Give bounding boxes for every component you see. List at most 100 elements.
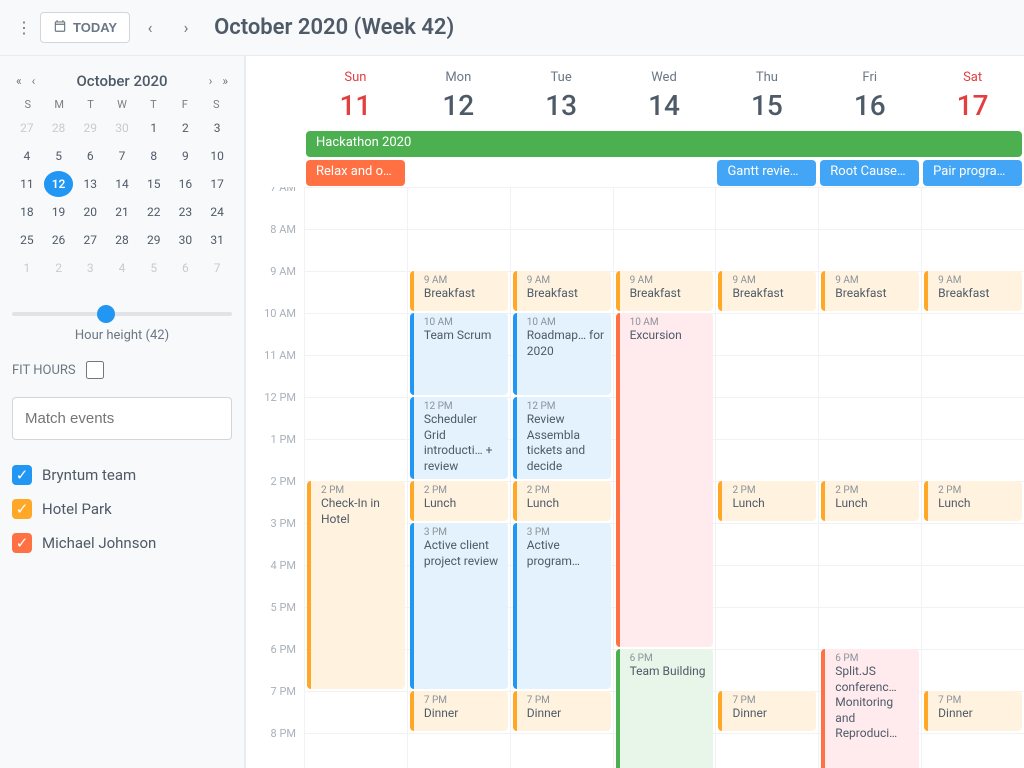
mini-date-cell[interactable]: 30	[107, 115, 137, 141]
mini-date-cell[interactable]: 21	[107, 199, 137, 225]
mini-next-month[interactable]: ›	[205, 72, 217, 90]
mini-date-cell[interactable]: 29	[139, 227, 169, 253]
mini-date-cell[interactable]: 2	[44, 255, 74, 281]
calendar-event[interactable]: 7 PMDinner	[410, 691, 508, 731]
mini-date-cell[interactable]: 9	[171, 143, 201, 169]
calendar-event[interactable]: 10 AMExcursion	[616, 313, 714, 647]
mini-date-cell[interactable]: 18	[12, 199, 42, 225]
mini-prev-year[interactable]: «	[12, 72, 26, 90]
day-column[interactable]: 9 AMBreakfast 2 PMLunch 6 PMSplit.JS confe…	[818, 187, 921, 768]
match-events-input[interactable]	[12, 397, 232, 440]
calendar-event[interactable]: 9 AMBreakfast	[616, 271, 714, 311]
calendar-event[interactable]: 2 PMLunch	[718, 481, 816, 521]
mini-date-cell[interactable]: 15	[139, 171, 169, 197]
mini-prev-month[interactable]: ‹	[28, 72, 40, 90]
mini-date-cell[interactable]: 31	[202, 227, 232, 253]
page-title: October 2020 (Week 42)	[214, 15, 454, 40]
next-week[interactable]: ›	[170, 12, 202, 44]
mini-date-cell[interactable]: 6	[75, 143, 105, 169]
mini-date-cell[interactable]: 30	[171, 227, 201, 253]
mini-date-cell[interactable]: 4	[12, 143, 42, 169]
calendar-event[interactable]: 9 AMBreakfast	[924, 271, 1022, 311]
prev-week[interactable]: ‹	[134, 12, 166, 44]
calendar-event[interactable]: 7 PMDinner	[718, 691, 816, 731]
calendar-event[interactable]: 6 PMTeam Building	[616, 649, 714, 768]
calendar-event[interactable]: 12 PMScheduler Grid introducti… + review	[410, 397, 508, 479]
calendar-event[interactable]: 7 PMDinner	[924, 691, 1022, 731]
fit-hours-checkbox[interactable]	[86, 361, 104, 379]
calendar-event[interactable]: 3 PMActive program…	[513, 523, 611, 689]
week-grid-scroll[interactable]: 7 AM8 AM9 AM10 AM11 AM12 PM1 PM2 PM3 PM4…	[246, 187, 1024, 768]
day-column[interactable]: 9 AMBreakfast 2 PMLunch 7 PMDinner	[921, 187, 1024, 768]
calendar-event[interactable]: 6 PMSplit.JS conferenc… Monitoring and R…	[821, 649, 919, 768]
mini-date-cell[interactable]: 28	[107, 227, 137, 253]
calendar-event[interactable]: 9 AMBreakfast	[821, 271, 919, 311]
allday-event[interactable]: Gantt revie…	[717, 160, 816, 186]
mini-date-cell[interactable]: 25	[12, 227, 42, 253]
mini-date-cell[interactable]: 20	[75, 199, 105, 225]
mini-date-cell[interactable]: 23	[171, 199, 201, 225]
calendar-event[interactable]: 9 AMBreakfast	[513, 271, 611, 311]
calendar-event[interactable]: 10 AMTeam Scrum	[410, 313, 508, 395]
mini-date-cell[interactable]: 13	[75, 171, 105, 197]
mini-date-cell[interactable]: 24	[202, 199, 232, 225]
mini-date-cell[interactable]: 3	[75, 255, 105, 281]
mini-date-cell[interactable]: 5	[139, 255, 169, 281]
resource-checkbox[interactable]: ✓	[12, 465, 32, 485]
mini-date-cell[interactable]: 17	[202, 171, 232, 197]
calendar-event[interactable]: 9 AMBreakfast	[410, 271, 508, 311]
mini-date-cell[interactable]: 6	[171, 255, 201, 281]
mini-date-cell[interactable]: 3	[202, 115, 232, 141]
mini-date-cell[interactable]: 1	[139, 115, 169, 141]
calendar-event[interactable]: 12 PMReview Assembla tickets and decide	[513, 397, 611, 479]
day-header: Sun11	[304, 56, 407, 130]
mini-date-cell[interactable]: 14	[107, 171, 137, 197]
hour-height-slider[interactable]	[12, 312, 232, 316]
allday-event[interactable]: Pair progra…	[923, 160, 1022, 186]
mini-date-cell[interactable]: 8	[139, 143, 169, 169]
calendar-event[interactable]: 2 PMLunch	[513, 481, 611, 521]
mini-date-cell[interactable]: 27	[12, 115, 42, 141]
mini-calendar-grid[interactable]: 2728293012345678910111213141516171819202…	[12, 115, 232, 281]
allday-event[interactable]: Hackathon 2020	[306, 131, 1022, 157]
mini-date-cell[interactable]: 26	[44, 227, 74, 253]
resource-checkbox[interactable]: ✓	[12, 533, 32, 553]
more-menu[interactable]: ⋮	[12, 12, 36, 44]
day-column[interactable]: 9 AMBreakfast10 AMTeam Scrum12 PMSchedul…	[407, 187, 510, 768]
day-column[interactable]: 2 PMCheck-In in Hotel	[304, 187, 407, 768]
mini-date-cell[interactable]: 28	[44, 115, 74, 141]
mini-date-cell[interactable]: 5	[44, 143, 74, 169]
day-column[interactable]: 9 AMBreakfast10 AMExcursion6 PMTeam Buil…	[613, 187, 716, 768]
day-column[interactable]: 9 AMBreakfast 2 PMLunch 7 PMDinner	[715, 187, 818, 768]
mini-date-cell[interactable]: 19	[44, 199, 74, 225]
today-button[interactable]: TODAY	[40, 12, 130, 43]
resource-item[interactable]: ✓Bryntum team	[12, 458, 232, 492]
mini-next-year[interactable]: »	[218, 72, 232, 90]
mini-date-cell[interactable]: 1	[12, 255, 42, 281]
mini-date-cell[interactable]: 4	[107, 255, 137, 281]
calendar-event[interactable]: 2 PMLunch	[821, 481, 919, 521]
mini-date-cell[interactable]: 7	[202, 255, 232, 281]
allday-event[interactable]: Relax and o…	[306, 160, 405, 186]
mini-date-cell[interactable]: 22	[139, 199, 169, 225]
mini-date-cell[interactable]: 12	[44, 171, 74, 197]
allday-event[interactable]: Root Cause…	[820, 160, 919, 186]
calendar-event[interactable]: 10 AMRoadmap… for 2020	[513, 313, 611, 395]
mini-date-cell[interactable]: 10	[202, 143, 232, 169]
mini-date-cell[interactable]: 2	[171, 115, 201, 141]
calendar-event[interactable]: 9 AMBreakfast	[718, 271, 816, 311]
resource-item[interactable]: ✓Michael Johnson	[12, 526, 232, 560]
calendar-event[interactable]: 3 PMActive client project review	[410, 523, 508, 689]
calendar-event[interactable]: 2 PMLunch	[410, 481, 508, 521]
calendar-event[interactable]: 7 PMDinner	[513, 691, 611, 731]
calendar-event[interactable]: 2 PMCheck-In in Hotel	[307, 481, 405, 689]
mini-date-cell[interactable]: 16	[171, 171, 201, 197]
day-column[interactable]: 9 AMBreakfast10 AMRoadmap… for 202012 PM…	[510, 187, 613, 768]
mini-date-cell[interactable]: 29	[75, 115, 105, 141]
mini-date-cell[interactable]: 7	[107, 143, 137, 169]
mini-date-cell[interactable]: 11	[12, 171, 42, 197]
calendar-event[interactable]: 2 PMLunch	[924, 481, 1022, 521]
resource-item[interactable]: ✓Hotel Park	[12, 492, 232, 526]
resource-checkbox[interactable]: ✓	[12, 499, 32, 519]
mini-date-cell[interactable]: 27	[75, 227, 105, 253]
